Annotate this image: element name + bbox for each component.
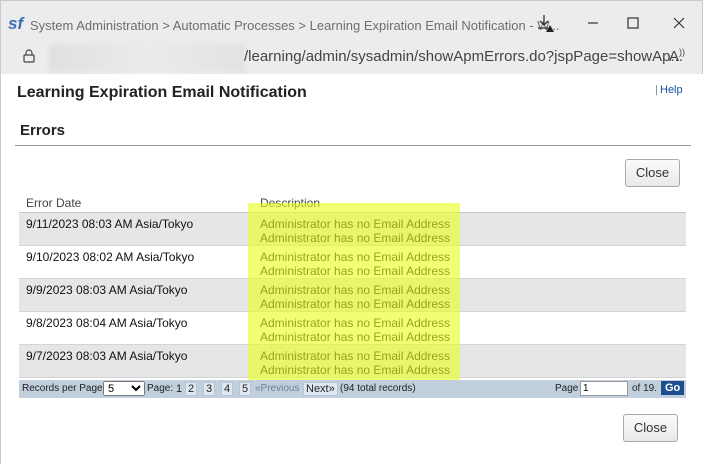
title-bar: sf System Administration > Automatic Pro… — [1, 1, 702, 47]
page-title: Learning Expiration Email Notification — [17, 84, 307, 101]
records-per-page-label: Records per Page — [22, 383, 103, 394]
section-title: Errors — [20, 122, 66, 139]
description-line: Administrator has no Email Address — [260, 282, 451, 297]
column-header-description[interactable]: Description — [250, 194, 686, 213]
description-line: Administrator has no Email Address — [260, 362, 451, 377]
description-cell: Administrator has no Email Address Admini… — [250, 212, 686, 246]
maximize-icon[interactable] — [623, 13, 643, 33]
error-date-cell: 9/9/2023 08:03 AM Asia/Tokyo — [19, 278, 250, 312]
page-number-input[interactable] — [580, 381, 628, 396]
help-link[interactable]: Help — [660, 84, 683, 96]
records-per-page-select[interactable]: 5 — [103, 381, 145, 396]
read-aloud-icon[interactable]: A)) — [669, 47, 685, 65]
page-4-link[interactable]: 4 — [221, 382, 234, 396]
page-input-label: Page — [555, 383, 579, 394]
window-title: System Administration > Automatic Proces… — [30, 18, 560, 33]
description-line: Administrator has no Email Address — [260, 230, 451, 245]
table-row: 9/8/2023 08:04 AM Asia/Tokyo Administrat… — [19, 311, 686, 345]
table-row: 9/11/2023 08:03 AM Asia/Tokyo Administra… — [19, 212, 686, 246]
url-domain-blurred — [49, 44, 245, 72]
description-line: Administrator has no Email Address — [260, 329, 451, 344]
errors-table: Error Date Description 9/11/2023 08:03 A… — [19, 194, 686, 378]
description-cell: Administrator has no Email Address Admini… — [250, 344, 686, 378]
table-row: 9/9/2023 08:03 AM Asia/Tokyo Administrat… — [19, 278, 686, 312]
error-date-cell: 9/8/2023 08:04 AM Asia/Tokyo — [19, 311, 250, 345]
page-1-current: 1 — [176, 383, 183, 395]
page-5-link[interactable]: 5 — [239, 382, 252, 396]
description-line: Administrator has no Email Address — [260, 216, 451, 231]
previous-link[interactable]: «Previous — [255, 383, 299, 394]
app-logo: sf — [8, 14, 24, 33]
url-text[interactable]: /learning/admin/sysadmin/showApmErrors.d… — [244, 48, 683, 65]
lock-icon[interactable] — [23, 49, 35, 63]
section-divider — [15, 145, 691, 146]
table-row: 9/7/2023 08:03 AM Asia/Tokyo Administrat… — [19, 344, 686, 378]
close-button-bottom[interactable]: Close — [623, 414, 678, 442]
error-date-cell: 9/7/2023 08:03 AM Asia/Tokyo — [19, 344, 250, 378]
table-row: 9/10/2023 08:02 AM Asia/Tokyo Administra… — [19, 245, 686, 279]
page-3-link[interactable]: 3 — [203, 382, 216, 396]
page-count: of 19. — [632, 383, 658, 394]
close-icon[interactable] — [669, 13, 689, 33]
description-line: Administrator has no Email Address — [260, 348, 451, 363]
page-content: Learning Expiration Email Notification |… — [1, 74, 704, 465]
description-line: Administrator has no Email Address — [260, 315, 451, 330]
description-cell: Administrator has no Email Address Admini… — [250, 278, 686, 312]
minimize-icon[interactable] — [583, 13, 603, 33]
error-date-cell: 9/10/2023 08:02 AM Asia/Tokyo — [19, 245, 250, 279]
column-header-error-date[interactable]: Error Date — [19, 194, 250, 213]
next-link[interactable]: Next» — [303, 382, 338, 396]
download-warning-icon[interactable] — [536, 13, 556, 33]
go-button[interactable]: Go — [661, 381, 685, 395]
description-line: Administrator has no Email Address — [260, 296, 451, 311]
close-button-top[interactable]: Close — [625, 159, 680, 187]
error-date-cell: 9/11/2023 08:03 AM Asia/Tokyo — [19, 212, 250, 246]
description-line: Administrator has no Email Address — [260, 249, 451, 264]
description-cell: Administrator has no Email Address Admini… — [250, 245, 686, 279]
pagination-bar: Records per Page 5 Page: 1 2 3 4 5 «Prev… — [19, 380, 686, 398]
page-2-link[interactable]: 2 — [185, 382, 198, 396]
help-separator: | — [655, 84, 658, 96]
description-line: Administrator has no Email Address — [260, 263, 451, 278]
description-cell: Administrator has no Email Address Admini… — [250, 311, 686, 345]
total-records: (94 total records) — [340, 383, 416, 394]
popup-window: sf System Administration > Automatic Pro… — [0, 0, 704, 465]
page-label: Page: — [147, 383, 174, 394]
